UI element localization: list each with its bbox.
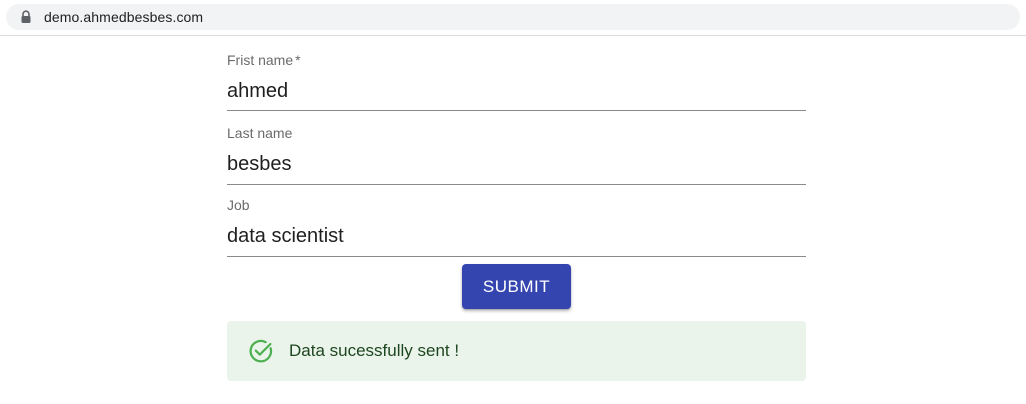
first-name-label-text: Frist name — [227, 52, 294, 68]
first-name-input[interactable]: ahmed — [227, 80, 288, 103]
url-field[interactable]: demo.ahmedbesbes.com — [6, 4, 1020, 30]
last-name-input[interactable]: besbes — [227, 153, 292, 176]
url-text: demo.ahmedbesbes.com — [44, 9, 204, 25]
job-input[interactable]: data scientist — [227, 225, 344, 248]
browser-address-bar: demo.ahmedbesbes.com — [0, 0, 1026, 36]
first-name-underline — [227, 110, 806, 111]
last-name-underline — [227, 184, 806, 185]
alert-message: Data sucessfully sent ! — [289, 341, 460, 360]
last-name-label: Last name — [227, 125, 293, 141]
required-asterisk: * — [295, 52, 301, 68]
lock-icon[interactable] — [20, 9, 34, 25]
first-name-label: Frist name * — [227, 52, 301, 68]
success-alert: Data sucessfully sent ! — [227, 321, 806, 381]
check-circle-icon — [248, 338, 274, 364]
job-label: Job — [227, 197, 250, 213]
job-underline — [227, 256, 806, 257]
submit-button[interactable]: SUBMIT — [462, 264, 571, 309]
